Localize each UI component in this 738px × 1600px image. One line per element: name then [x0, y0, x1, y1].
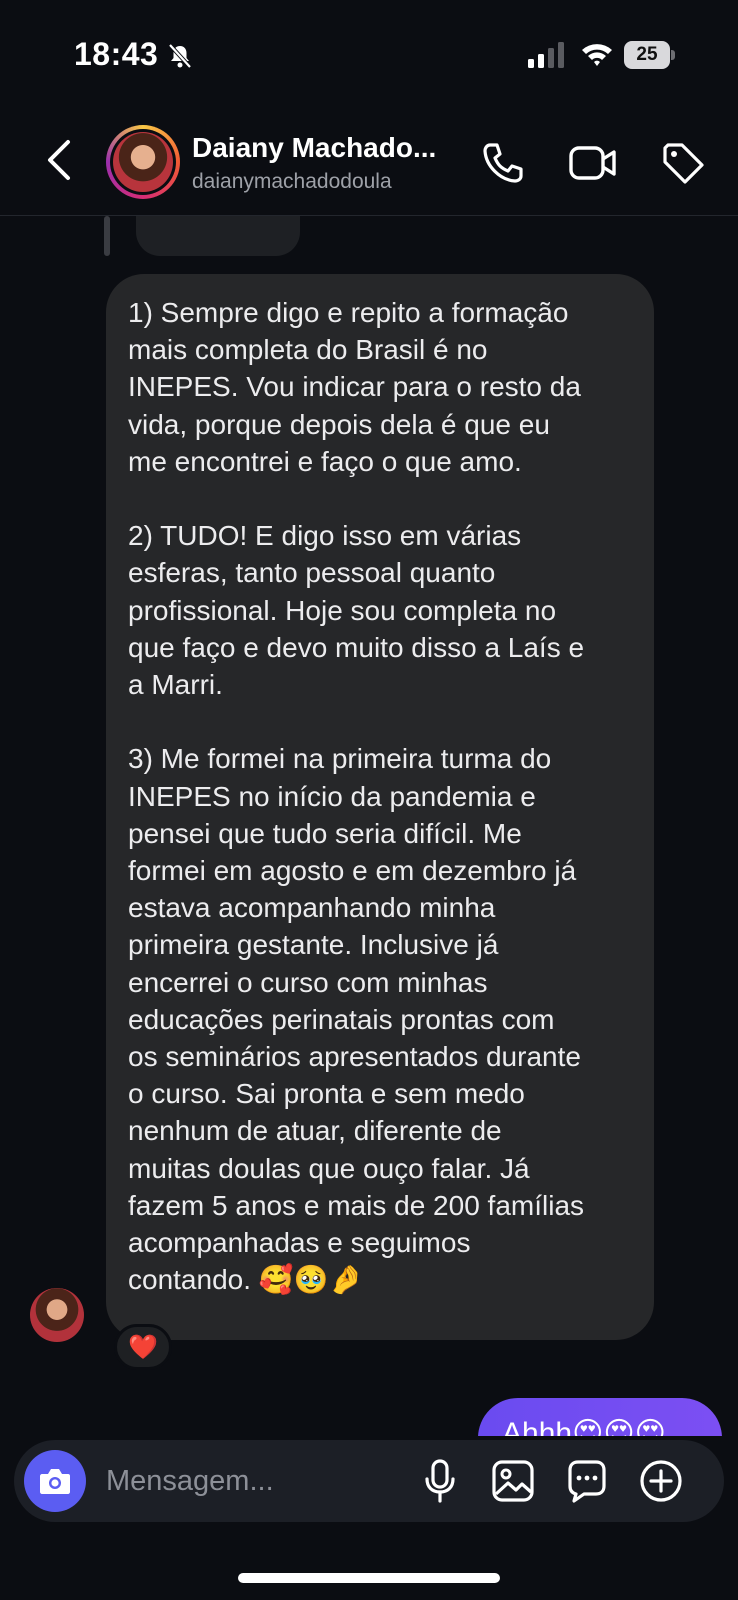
message-composer — [14, 1440, 724, 1522]
sender-avatar[interactable] — [30, 1288, 84, 1342]
battery-indicator: 25 — [624, 41, 675, 69]
battery-level: 25 — [624, 41, 670, 69]
previous-message[interactable] — [136, 216, 300, 256]
heart-reaction[interactable]: ❤️ — [114, 1324, 172, 1370]
incoming-message-text: 1) Sempre digo e repito a formação mais … — [128, 297, 585, 1296]
outgoing-message[interactable]: Ahhh😍😍😍 — [478, 1398, 722, 1436]
chat-header: Daiany Machado... daianymachadodoula — [0, 108, 738, 216]
gallery-icon[interactable] — [490, 1458, 536, 1504]
video-icon[interactable] — [568, 142, 618, 184]
home-indicator[interactable] — [238, 1573, 500, 1583]
contact-avatar[interactable] — [106, 125, 180, 199]
status-bar: 18:43 25 — [0, 0, 738, 108]
contact-name[interactable]: Daiany Machado... — [192, 132, 436, 164]
contact-username[interactable]: daianymachadodoula — [192, 170, 392, 194]
wifi-icon — [582, 44, 612, 66]
bell-off-icon — [168, 43, 192, 69]
reply-indicator — [104, 216, 110, 256]
status-time: 18:43 — [74, 36, 159, 72]
mic-icon[interactable] — [418, 1458, 462, 1504]
back-icon[interactable] — [44, 138, 76, 182]
sticker-icon[interactable] — [564, 1458, 610, 1504]
message-input[interactable] — [106, 1460, 406, 1502]
tag-icon[interactable] — [660, 140, 706, 186]
signal-icon — [528, 42, 564, 68]
incoming-message[interactable]: 1) Sempre digo e repito a formação mais … — [106, 274, 654, 1340]
plus-icon[interactable] — [638, 1458, 684, 1504]
message-thread[interactable]: 1) Sempre digo e repito a formação mais … — [0, 216, 738, 1436]
camera-button[interactable] — [24, 1450, 86, 1512]
call-icon[interactable] — [480, 140, 526, 186]
avatar — [113, 132, 173, 192]
camera-icon — [40, 1469, 70, 1494]
